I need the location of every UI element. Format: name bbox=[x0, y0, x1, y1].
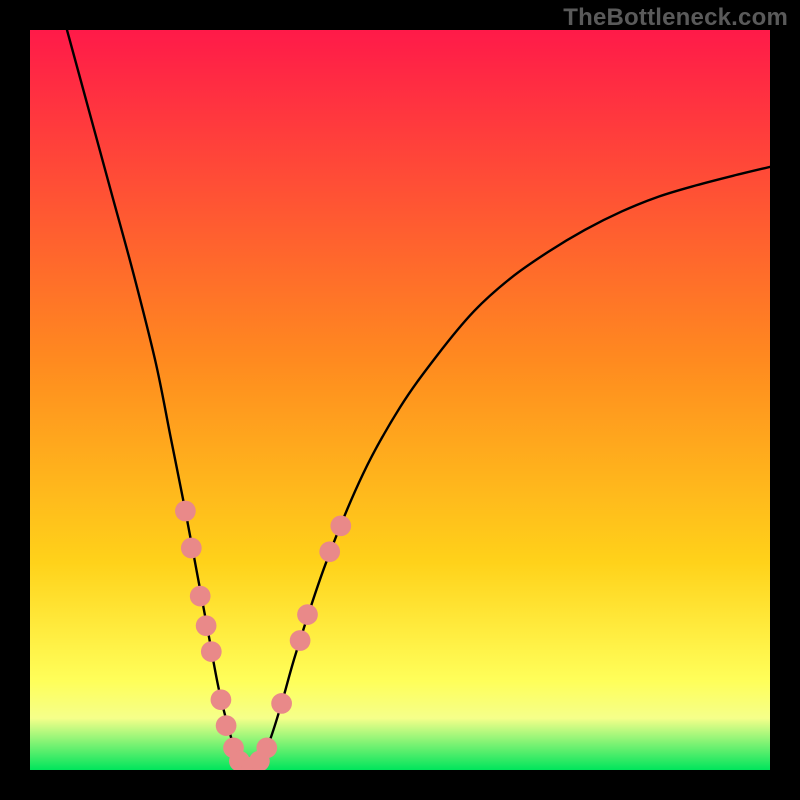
marker-dot bbox=[330, 515, 351, 536]
marker-dot bbox=[256, 737, 277, 758]
chart-plot bbox=[30, 30, 770, 770]
marker-dot bbox=[211, 689, 232, 710]
marker-dot bbox=[297, 604, 318, 625]
marker-dot bbox=[216, 715, 237, 736]
marker-dot bbox=[271, 693, 292, 714]
watermark-text: TheBottleneck.com bbox=[563, 4, 788, 32]
marker-dot bbox=[290, 630, 311, 651]
chart-frame: TheBottleneck.com bbox=[0, 0, 800, 800]
marker-dot bbox=[175, 501, 196, 522]
gradient-background bbox=[30, 30, 770, 770]
marker-dot bbox=[201, 641, 222, 662]
marker-dot bbox=[196, 615, 217, 636]
marker-dot bbox=[319, 541, 340, 562]
marker-dot bbox=[190, 586, 211, 607]
marker-dot bbox=[181, 538, 202, 559]
